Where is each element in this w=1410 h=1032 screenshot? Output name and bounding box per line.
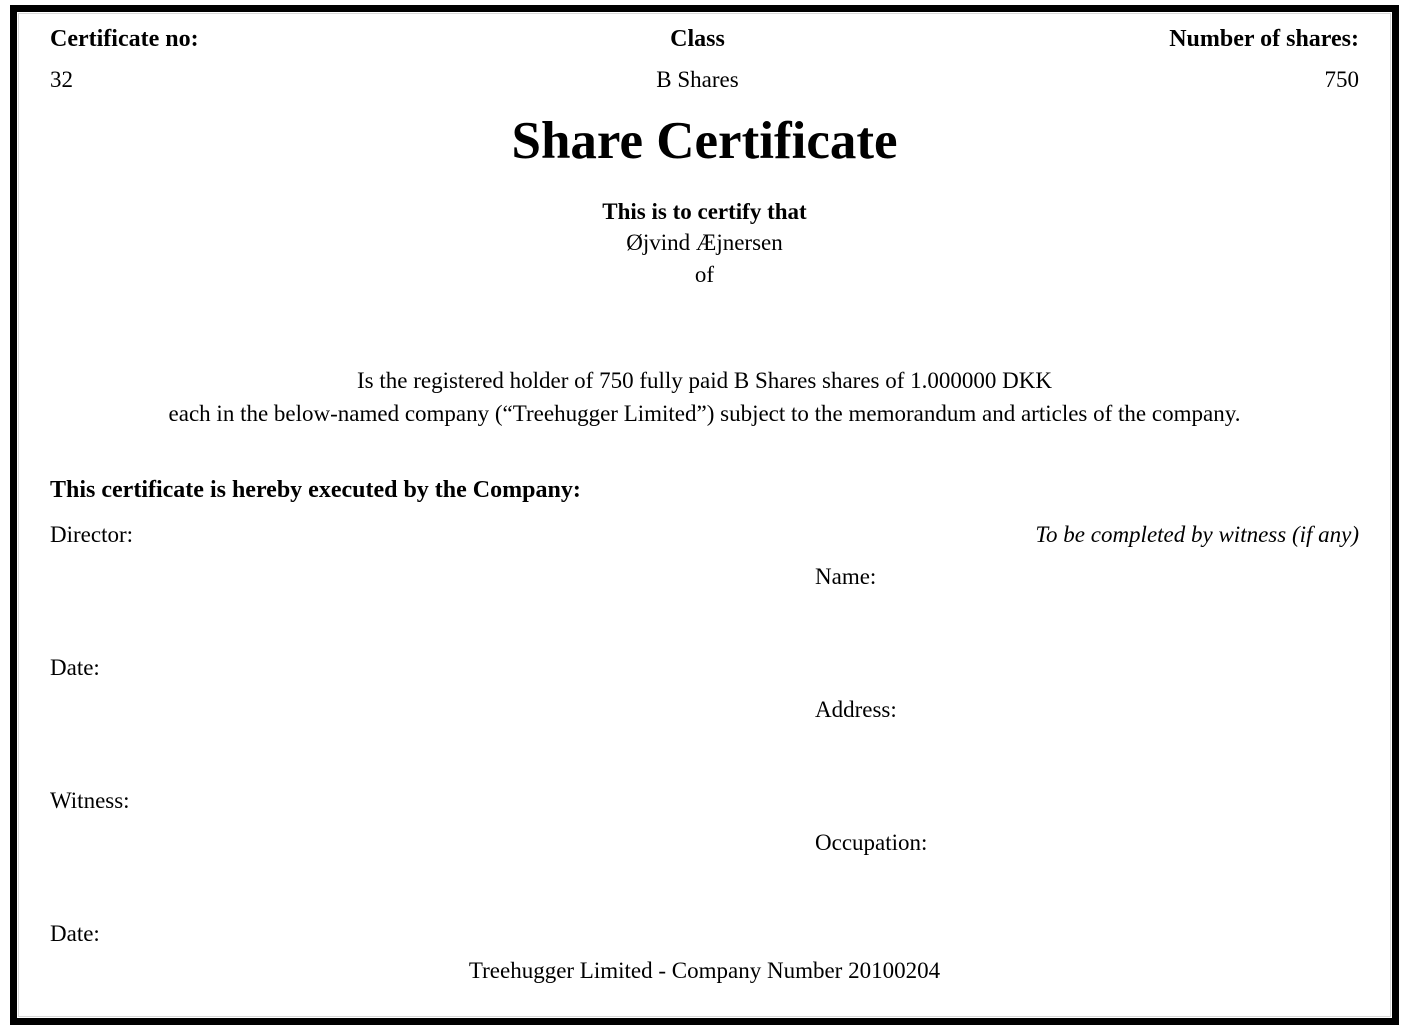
company-signature-column: Director: Date: Witness: Date: [50,522,750,947]
signature-section: Director: Date: Witness: Date: To be com… [35,522,1374,946]
certify-of-text: of [694,262,715,288]
certificate-footer: Treehugger Limited - Company Number 2010… [468,958,941,983]
class-label: Class [670,26,725,52]
certificate-sheet: Certificate no: 32 Class B Shares Number… [17,12,1392,1018]
holder-statement-line-2: each in the below-named company (“Treehu… [168,400,1241,426]
witness-signature-field-label: Witness: [50,788,130,814]
certificate-header-row: Certificate no: 32 Class B Shares Number… [35,12,1374,98]
witness-date-field-label: Date: [50,921,100,947]
witness-name-field-label: Name: [815,564,877,590]
certify-block: This is to certify that Øjvind Æjnersen … [35,196,1374,319]
witness-address-field-label: Address: [815,697,897,723]
director-date-field-label: Date: [50,655,100,681]
certificate-page: Certificate no: 32 Class B Shares Number… [0,0,1410,1032]
page-title: Share Certificate [511,112,898,170]
witness-section-header: To be completed by witness (if any) [1035,522,1359,548]
director-field-label: Director: [50,522,134,548]
certify-lead-text: This is to certify that [602,198,807,224]
witness-occupation-field-label: Occupation: [815,830,928,856]
certificate-frame: Certificate no: 32 Class B Shares Number… [10,5,1399,1025]
holder-statement-line-1: Is the registered holder of 750 fully pa… [357,367,1052,393]
holder-name: Øjvind Æjnersen [626,230,783,256]
execution-heading: This certificate is hereby executed by t… [50,477,581,504]
number-of-shares-value: 750 [1324,67,1360,92]
class-value: B Shares [656,67,739,92]
holder-statement: Is the registered holder of 750 fully pa… [35,365,1374,430]
holder-company-name [35,291,1374,319]
witness-details-column: To be completed by witness (if any) Name… [800,522,1359,963]
number-of-shares-label: Number of shares: [1169,26,1359,52]
